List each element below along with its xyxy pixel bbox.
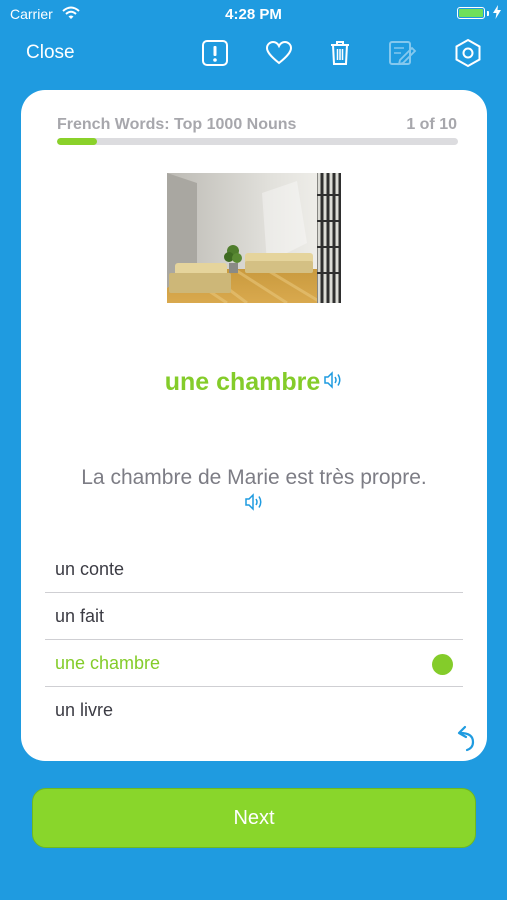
charging-icon xyxy=(493,5,501,24)
edit-icon[interactable] xyxy=(387,38,417,68)
selected-indicator-icon xyxy=(432,654,453,675)
answer-option[interactable]: un livre xyxy=(45,687,463,734)
progress-bar xyxy=(57,138,458,145)
report-icon[interactable] xyxy=(200,38,230,68)
word-speaker-icon[interactable] xyxy=(323,371,343,394)
close-button[interactable]: Close xyxy=(26,42,75,64)
next-button[interactable]: Next xyxy=(32,788,476,848)
answer-option[interactable]: un conte xyxy=(45,546,463,593)
answer-option-label: une chambre xyxy=(55,653,161,673)
room-image xyxy=(167,173,341,303)
example-sentence: La chambre de Marie est très propre. xyxy=(81,466,427,489)
answer-option-label: un fait xyxy=(55,606,105,626)
answer-option-label: un livre xyxy=(55,700,114,720)
trash-icon[interactable] xyxy=(325,38,355,68)
settings-icon[interactable] xyxy=(453,38,483,68)
answer-options: un conte un fait une chambre un livre xyxy=(45,546,463,734)
undo-icon[interactable] xyxy=(455,724,479,757)
word-row: une chambre xyxy=(21,368,487,397)
sentence-speaker-icon[interactable] xyxy=(244,493,264,516)
deck-title: French Words: Top 1000 Nouns xyxy=(57,116,297,133)
answer-option-selected[interactable]: une chambre xyxy=(45,640,463,687)
progress-fill xyxy=(57,138,98,145)
answer-option[interactable]: un fait xyxy=(45,593,463,640)
answer-option-label: un conte xyxy=(55,559,125,579)
battery-icon xyxy=(457,7,485,19)
battery-cap xyxy=(487,11,489,16)
clock: 4:28 PM xyxy=(225,6,282,23)
card-count: 1 of 10 xyxy=(406,116,457,133)
heart-icon[interactable] xyxy=(264,38,294,68)
toolbar: Close xyxy=(0,30,507,76)
status-bar: Carrier 4:28 PM xyxy=(0,0,507,30)
flashcard: French Words: Top 1000 Nouns 1 of 10 une… xyxy=(21,90,487,761)
target-word: une chambre xyxy=(164,368,321,396)
